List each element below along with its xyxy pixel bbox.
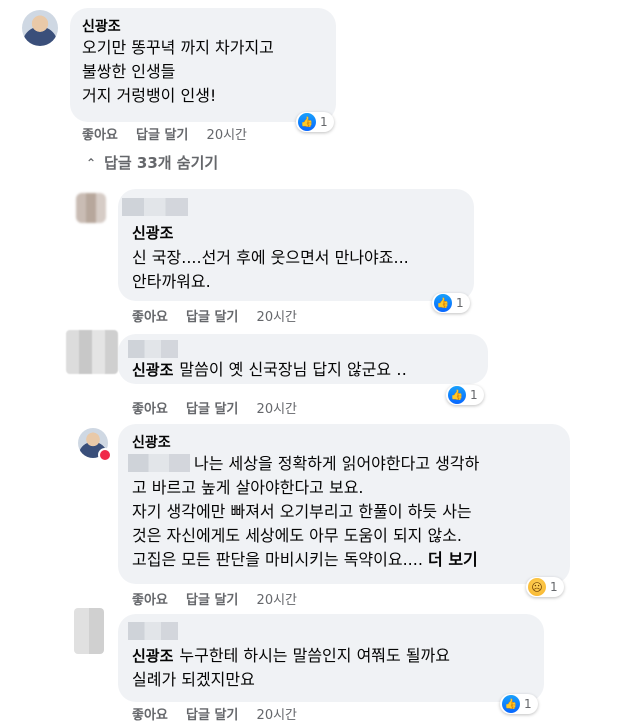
avatar[interactable]	[22, 10, 58, 46]
comment-text-line: 오기만 똥꾸녁 까지 차가지고	[82, 38, 274, 57]
comment-author[interactable]: 신광조	[82, 16, 121, 36]
avatar[interactable]	[66, 330, 118, 374]
comment-text-line: 고집은 모든 판단을 마비시키는 독약이요.... 더 보기	[132, 548, 478, 571]
reaction-badge[interactable]: 👍 1	[432, 293, 470, 313]
comment-text: 신광조 누구한테 하시는 말씀인지 여쭤도 될까요	[132, 644, 450, 668]
reaction-count: 1	[320, 115, 328, 129]
comment-actions: 좋아요 답글 달기 20시간	[132, 398, 311, 417]
comment-text-line: 것은 자신에게도 세상에도 아무 도움이 되지 않소.	[132, 526, 463, 545]
comment-text-line: 고 바르고 높게 살아야한다고 보요.	[132, 478, 364, 497]
timestamp[interactable]: 20시간	[257, 593, 297, 608]
comment-author[interactable]: 신광조	[132, 647, 173, 665]
reaction-badge[interactable]: 👍 1	[296, 112, 334, 132]
avatar[interactable]	[74, 608, 104, 654]
comment-text: 신광조 말씀이 옛 신국장님 답지 않군요 ‥	[132, 358, 407, 382]
comment-text-line: 거지 거렁뱅이 인생!	[82, 86, 217, 105]
reply-link[interactable]: 답글 달기	[136, 128, 188, 143]
comment-text-line: 실례가 되겠지만요	[132, 670, 255, 689]
comment-text-line: 자기 생각에만 빠져서 오기부리고 한풀이 하듯 사는	[132, 502, 472, 521]
reply-link[interactable]: 답글 달기	[186, 310, 238, 325]
comment-actions: 좋아요 답글 달기 20시간	[132, 306, 311, 325]
like-link[interactable]: 좋아요	[82, 128, 118, 143]
like-link[interactable]: 좋아요	[132, 310, 168, 325]
thumbs-up-icon: 👍	[298, 113, 316, 131]
comment-body: 누구한테 하시는 말씀인지 여쭤도 될까요	[179, 646, 450, 665]
reaction-badge[interactable]: 👍 1	[500, 694, 538, 714]
like-link[interactable]: 좋아요	[132, 402, 168, 417]
thumbs-up-icon: 👍	[502, 695, 520, 713]
thumbs-up-icon: 👍	[448, 386, 466, 404]
hide-replies-button[interactable]: ⌃ 답글 33개 숨기기	[86, 152, 218, 173]
redacted-name	[128, 340, 178, 358]
reaction-count: 1	[550, 580, 558, 594]
comment-text-line: 나는 세상을 정확하게 읽어야한다고 생각하	[194, 454, 480, 473]
timestamp[interactable]: 20시간	[257, 310, 297, 325]
reaction-badge[interactable]: ☹ 1	[526, 577, 564, 597]
reply-link[interactable]: 답글 달기	[186, 708, 238, 723]
reply-link[interactable]: 답글 달기	[186, 402, 238, 417]
comment-actions: 좋아요 답글 달기 20시간	[132, 704, 311, 723]
comment-author[interactable]: 신광조	[132, 432, 171, 452]
reaction-badge[interactable]: 👍 1	[446, 385, 484, 405]
chevron-up-icon: ⌃	[86, 155, 97, 170]
comment-body: 말씀이 옛 신국장님 답지 않군요 ‥	[179, 360, 407, 379]
reaction-count: 1	[456, 296, 464, 310]
see-more-link[interactable]: 더 보기	[428, 550, 478, 569]
comment-text-tail: 고집은 모든 판단을 마비시키는 독약이요....	[132, 550, 423, 569]
avatar[interactable]	[76, 193, 106, 223]
reply-link[interactable]: 답글 달기	[186, 593, 238, 608]
comment-actions: 좋아요 답글 달기 20시간	[82, 124, 261, 143]
sad-face-icon: ☹	[528, 578, 546, 596]
comment-text-line: 안타까워요.	[132, 272, 211, 291]
like-link[interactable]: 좋아요	[132, 593, 168, 608]
thumbs-up-icon: 👍	[434, 294, 452, 312]
comment-author[interactable]: 신광조	[132, 361, 173, 379]
comment-text-line: 불쌍한 인생들	[82, 62, 176, 81]
timestamp[interactable]: 20시간	[257, 708, 297, 723]
comment-text-line: 신 국장....선거 후에 웃으면서 만나야죠...	[132, 248, 409, 267]
like-link[interactable]: 좋아요	[132, 708, 168, 723]
comment-author[interactable]: 신광조	[132, 222, 173, 243]
redacted-name	[128, 454, 190, 472]
redacted-name	[122, 198, 188, 216]
comment-actions: 좋아요 답글 달기 20시간	[132, 589, 311, 608]
reaction-count: 1	[470, 388, 478, 402]
reaction-count: 1	[524, 697, 532, 711]
redacted-name	[128, 622, 178, 640]
online-status-icon	[98, 448, 112, 462]
timestamp[interactable]: 20시간	[207, 128, 247, 143]
timestamp[interactable]: 20시간	[257, 402, 297, 417]
hide-replies-label: 답글 33개 숨기기	[104, 154, 219, 172]
